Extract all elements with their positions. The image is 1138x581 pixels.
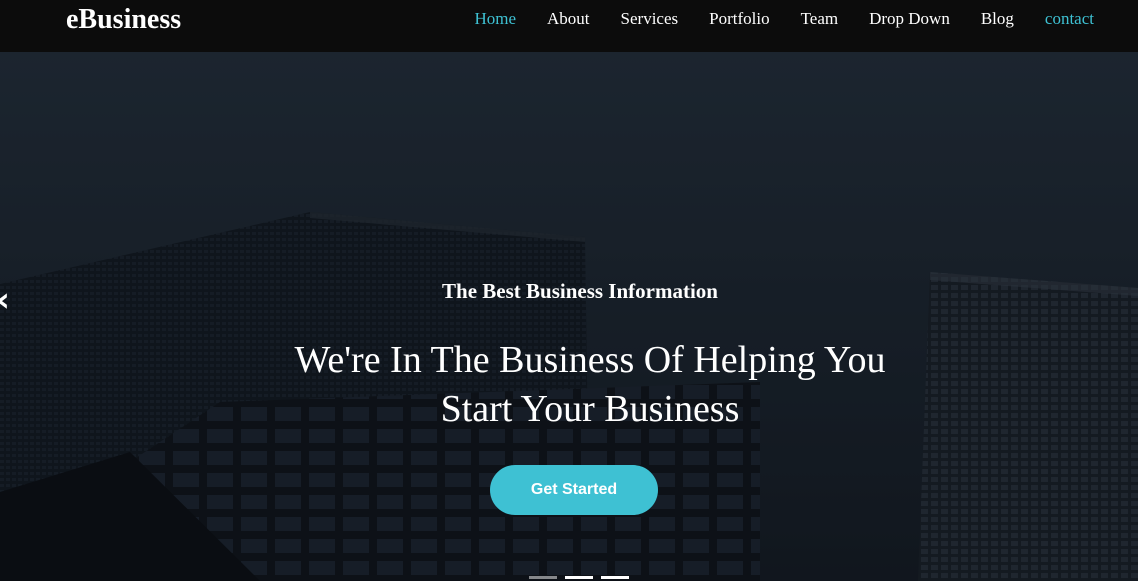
nav-item-blog: Blog [981,9,1014,29]
nav-menu: Home About Services Portfolio Team Drop … [443,9,1094,29]
brand-logo[interactable]: eBusiness [66,5,181,35]
nav-item-home: Home [474,9,516,29]
hero-headline-line2: Start Your Business [440,388,740,430]
nav-link-home[interactable]: Home [474,9,516,28]
hero-headline: We're In The Business Of Helping You Sta… [180,336,1000,434]
slide-indicator-2[interactable] [565,576,593,579]
slide-indicator-1[interactable] [529,576,557,579]
nav-link-portfolio[interactable]: Portfolio [709,9,769,28]
get-started-button[interactable]: Get Started [490,465,658,515]
nav-link-dropdown[interactable]: Drop Down [869,9,950,28]
nav-item-dropdown: Drop Down [869,9,950,29]
slide-indicators [529,576,637,579]
nav-item-services: Services [621,9,679,29]
slide-indicator-3[interactable] [601,576,629,579]
hero-headline-line1: We're In The Business Of Helping You [294,339,886,381]
nav-item-team: Team [801,9,839,29]
nav-link-contact[interactable]: contact [1045,9,1094,28]
hero-slider: ‹ The Best Business Information We're In… [0,52,1138,581]
nav-link-services[interactable]: Services [621,9,679,28]
hero-eyebrow: The Best Business Information [442,279,718,303]
nav-link-team[interactable]: Team [801,9,839,28]
top-navbar: eBusiness Home About Services Portfolio … [0,0,1138,52]
nav-link-about[interactable]: About [547,9,590,28]
nav-item-contact: contact [1045,9,1094,29]
nav-item-portfolio: Portfolio [709,9,769,29]
nav-link-blog[interactable]: Blog [981,9,1014,28]
nav-item-about: About [547,9,590,29]
